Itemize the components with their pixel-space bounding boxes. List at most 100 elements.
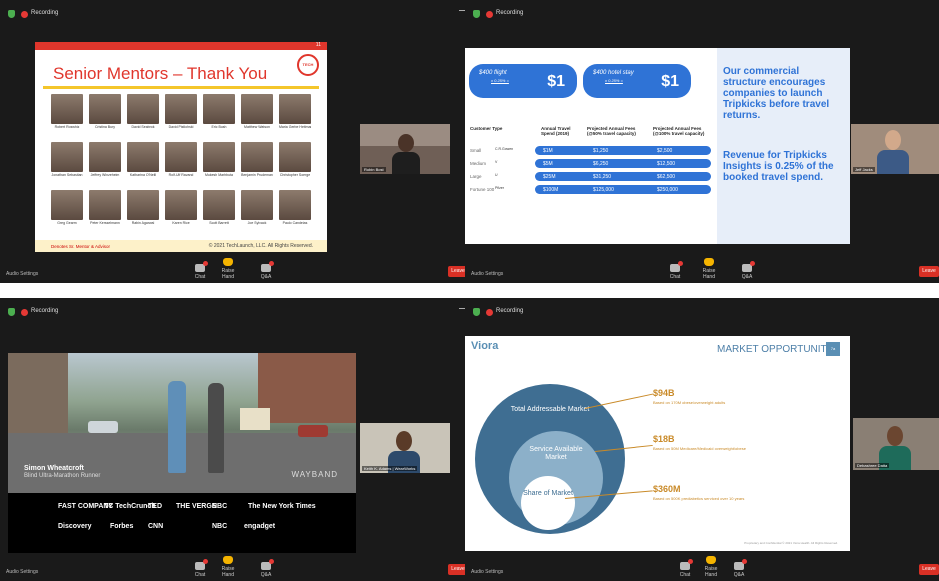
- press-logo: THE VERGE: [176, 503, 217, 510]
- mentor-name: Jonathan Sebastian: [51, 173, 83, 177]
- mentor-photo: [165, 142, 197, 172]
- pill-sub: x 0.25% =: [605, 78, 623, 83]
- qa-label: Q&A: [741, 274, 753, 280]
- companion-figure: [208, 383, 224, 473]
- hand-icon: [704, 258, 714, 266]
- hand-icon: [223, 258, 233, 266]
- audio-settings-button[interactable]: Audio Settings: [6, 271, 38, 277]
- top-bar: Recording: [0, 0, 474, 26]
- recording-icon: [21, 11, 28, 18]
- raise-hand-button[interactable]: Raise Hand: [697, 258, 721, 280]
- security-shield-icon[interactable]: [473, 10, 480, 18]
- chat-icon: [195, 559, 208, 570]
- security-shield-icon[interactable]: [473, 308, 480, 316]
- chat-label: Chat: [679, 572, 691, 578]
- participant-video[interactable]: Debashree Datta: [853, 418, 939, 470]
- fee100-value: $250,000: [657, 187, 678, 193]
- mentor-name: David Pistlohski: [168, 125, 194, 129]
- qa-label: Q&A: [260, 274, 272, 280]
- caption-role: Blind Ultra-Marathon Runner: [24, 473, 101, 479]
- customer-brand-logo: V: [495, 160, 498, 164]
- leave-button[interactable]: Leave: [919, 266, 939, 277]
- mentor-name: Karen Rice: [172, 221, 190, 225]
- press-logo: NBC: [212, 503, 228, 510]
- hand-icon: [706, 556, 716, 564]
- mentor-card: Katharina O'Neill: [127, 142, 159, 177]
- recording-icon: [486, 309, 493, 316]
- bottom-toolbar: Audio Settings Chat Raise Hand Q&A Leave: [465, 553, 939, 581]
- audio-settings-button[interactable]: Audio Settings: [471, 271, 503, 277]
- col-header-fee50: Projected Annual Fees (@50% travel capac…: [587, 126, 636, 136]
- security-shield-icon[interactable]: [8, 308, 15, 316]
- mentor-card: Mukesh Marhbuta: [203, 142, 235, 177]
- mentor-name: Mukesh Marhbuta: [204, 173, 233, 177]
- fee-row: Small C.R.Gowen $1M $1,250 $2,500: [465, 146, 715, 156]
- sam-value: $18B: [653, 434, 675, 444]
- mentor-photo: [165, 94, 197, 124]
- mentor-name: Eric Bush: [211, 125, 227, 129]
- participant-video[interactable]: Robin Bost: [360, 124, 450, 174]
- zoom-window-bottom-left: Recording Simon Wheatcroft Blind Ultra-M…: [0, 298, 474, 581]
- customer-brand-logo: Pfizer: [495, 186, 504, 190]
- raise-hand-label: Raise Hand: [221, 268, 235, 280]
- mentor-card: Paulo Candeias: [279, 190, 311, 225]
- mentor-name: Scott Barrett: [209, 221, 229, 225]
- qa-button[interactable]: Q&A: [735, 261, 759, 280]
- pill-label: $400 hotel stay: [593, 70, 634, 76]
- qa-button[interactable]: Q&A: [254, 261, 278, 280]
- raise-hand-button[interactable]: Raise Hand: [216, 556, 240, 578]
- chat-button[interactable]: Chat: [188, 261, 212, 280]
- mentor-card: Rolf-Ulf Ravand: [165, 142, 197, 177]
- chat-button[interactable]: Chat: [673, 559, 697, 578]
- audio-settings-button[interactable]: Audio Settings: [471, 569, 503, 575]
- raise-hand-button[interactable]: Raise Hand: [699, 556, 723, 578]
- statement-revenue: Revenue for Tripkicks Insights is 0.25% …: [723, 150, 834, 183]
- mentor-name: Joe Sylvack: [247, 221, 267, 225]
- tam-value: $94B: [653, 388, 675, 398]
- hand-icon: [223, 556, 233, 564]
- participant-avatar: [885, 130, 901, 150]
- participant-video[interactable]: Keith K. Adams | WearWorks: [360, 423, 450, 473]
- mentor-name: Robert Roswhiz: [54, 125, 80, 129]
- mentor-photo: [279, 190, 311, 220]
- chat-button[interactable]: Chat: [188, 559, 212, 578]
- fee-row: Large U $25M $31,250 $62,500: [465, 172, 715, 182]
- mentor-card: Cristina Bury: [89, 94, 121, 129]
- press-logo: NBC: [212, 523, 228, 530]
- mentor-photo: [51, 94, 83, 124]
- qa-icon: [742, 261, 755, 272]
- pill-value: $1: [547, 73, 565, 90]
- mentor-photo: [51, 142, 83, 172]
- raise-hand-button[interactable]: Raise Hand: [216, 258, 240, 280]
- mentor-photo: [241, 94, 273, 124]
- participant-avatar: [396, 431, 412, 451]
- mentor-card: Christopher Soerge: [279, 142, 311, 177]
- fee50-value: $31,250: [593, 174, 612, 180]
- participant-video[interactable]: Jeff Jacks: [851, 124, 939, 174]
- runner-figure: [168, 381, 186, 473]
- zoom-window-top-right: Recording $400 flight x 0.25% = $1 $400 …: [465, 0, 939, 283]
- qa-button[interactable]: Q&A: [727, 559, 751, 578]
- recording-label: Recording: [496, 308, 524, 314]
- mentor-card: Eric Bush: [203, 94, 235, 129]
- col-header-type: Customer Type: [470, 126, 503, 131]
- shared-video-wayband: Simon Wheatcroft Blind Ultra-Marathon Ru…: [8, 353, 356, 566]
- qa-button[interactable]: Q&A: [254, 559, 278, 578]
- techlaunch-logo: TECH: [297, 54, 319, 76]
- bottom-toolbar: Audio Settings Chat Raise Hand Q&A Leave: [465, 255, 939, 283]
- audio-settings-button[interactable]: Audio Settings: [6, 569, 38, 575]
- chat-label: Chat: [669, 274, 681, 280]
- mentor-card: Rabin Agarwal: [127, 190, 159, 225]
- chat-button[interactable]: Chat: [663, 261, 687, 280]
- leave-button[interactable]: Leave: [919, 564, 939, 575]
- participant-avatar: [398, 134, 414, 152]
- qa-icon: [734, 559, 747, 570]
- mentor-photo: [127, 190, 159, 220]
- fee50-value: $125,000: [593, 187, 614, 193]
- mentor-name: Paulo Candeias: [282, 221, 308, 225]
- mentor-photo: [127, 142, 159, 172]
- bottom-toolbar: Audio Settings Chat Raise Hand Q&A Leave: [0, 255, 474, 283]
- participant-avatar: [887, 426, 903, 446]
- col-header-spend: Annual Travel Spend (2019): [541, 126, 571, 136]
- security-shield-icon[interactable]: [8, 10, 15, 18]
